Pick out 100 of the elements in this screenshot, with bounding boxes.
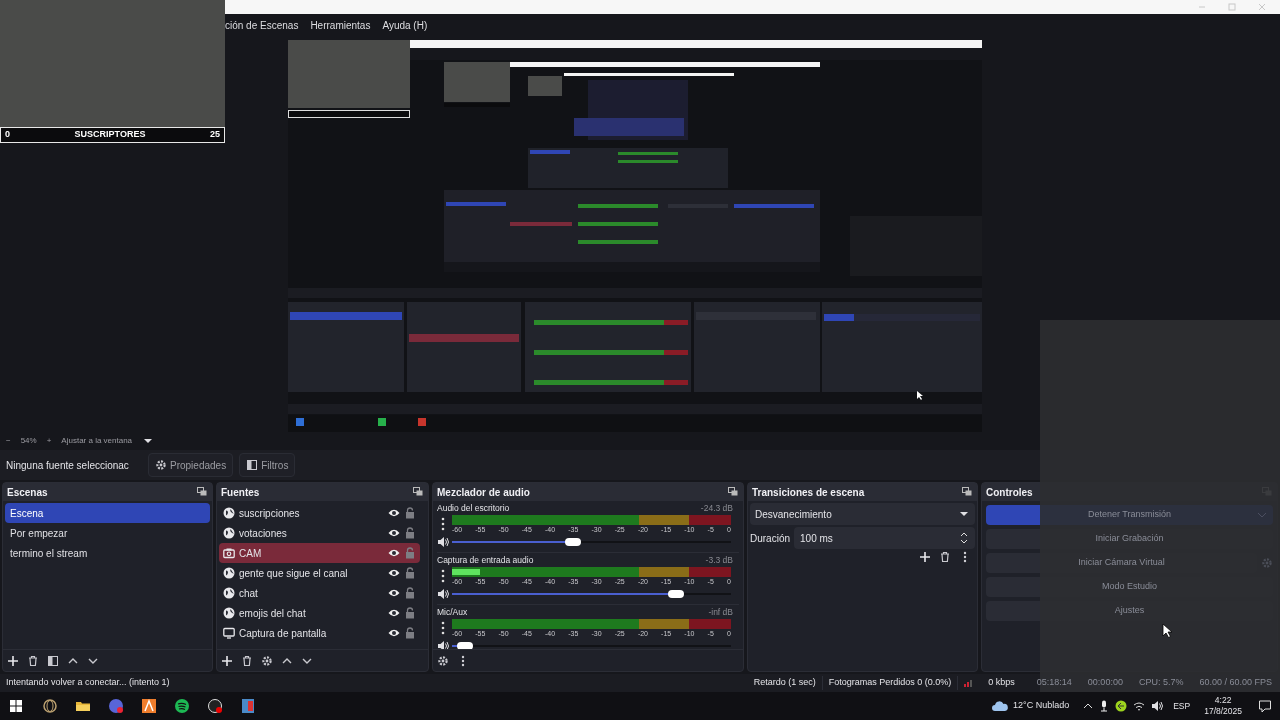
source-name: emojis del chat [239, 606, 307, 621]
source-name: CAM [239, 546, 263, 561]
duration-label: Duración [750, 531, 791, 546]
undock-icon[interactable] [961, 486, 973, 498]
panel-title: Mezclador de audio [437, 485, 530, 500]
fit-window-option[interactable]: Ajustar a la ventana [61, 435, 133, 447]
slider-thumb[interactable] [565, 538, 582, 546]
menu-item[interactable]: Herramientas [310, 17, 371, 33]
clock-date[interactable]: 17/8/2025 [1204, 706, 1242, 717]
source-name: votaciones [239, 526, 288, 541]
volume-slider[interactable] [452, 589, 731, 599]
ring-icon[interactable] [42, 698, 58, 714]
scene-item[interactable]: Escena [5, 503, 210, 523]
eye-icon[interactable] [388, 627, 400, 639]
music-app-icon[interactable] [174, 698, 190, 714]
volume-slider[interactable] [452, 537, 731, 547]
speaker-icon[interactable] [437, 536, 449, 548]
monitor-icon [223, 627, 235, 639]
dropped-frames: Fotogramas Perdidos 0 (0.0%) [822, 676, 959, 690]
settings-icon[interactable] [437, 654, 449, 667]
unlocked-lock-icon[interactable] [404, 507, 416, 519]
eye-icon[interactable] [388, 527, 400, 539]
unlocked-lock-icon[interactable] [404, 567, 416, 579]
windows-logo-icon[interactable] [9, 699, 23, 713]
counter-start: 0 [5, 128, 10, 142]
eye-icon[interactable] [388, 567, 400, 579]
speaker-icon[interactable] [437, 588, 449, 600]
trash-icon[interactable] [241, 654, 253, 667]
scene-item[interactable]: Por empezar [5, 523, 210, 543]
source-name: gente que sigue el canal [239, 566, 349, 581]
wifi-icon[interactable] [1133, 700, 1146, 712]
clock-time[interactable]: 4:22 [1214, 695, 1232, 706]
volume-reading: -inf dB [708, 605, 733, 619]
settings-icon[interactable] [261, 654, 273, 667]
slider-thumb[interactable] [667, 590, 684, 598]
arrow-circle-icon[interactable] [1115, 700, 1128, 712]
transition-dropdown[interactable]: Desvanecimiento [750, 503, 975, 525]
add-icon[interactable] [7, 654, 19, 667]
recorder-app-icon[interactable] [207, 698, 223, 714]
source-item[interactable]: suscripciones [219, 503, 420, 523]
duration-field[interactable]: 100 ms [794, 527, 975, 549]
fps-reading: 60.00 / 60.00 FPS [1198, 676, 1273, 690]
chevron-up-icon[interactable] [1083, 701, 1094, 711]
stepper-icon[interactable] [959, 531, 969, 545]
zoom-level: 54% [20, 435, 37, 447]
trash-icon[interactable] [939, 551, 951, 563]
weather-text[interactable]: 12°C Nublado [1013, 699, 1070, 713]
slider-thumb[interactable] [457, 642, 474, 649]
eye-icon[interactable] [388, 507, 400, 519]
menu-item[interactable]: Ayuda (H) [382, 17, 428, 33]
undock-icon[interactable] [196, 486, 208, 498]
globe-icon [223, 587, 235, 599]
source-item[interactable]: chat [219, 583, 420, 603]
bitrate: 0 kbps [987, 676, 1016, 690]
source-name: suscripciones [239, 506, 301, 521]
editor-app-icon[interactable] [240, 698, 256, 714]
microphone-icon[interactable] [1099, 700, 1110, 712]
globe-icon [223, 567, 235, 579]
eye-icon[interactable] [388, 607, 400, 619]
unlocked-lock-icon[interactable] [404, 527, 416, 539]
zoom-in-button[interactable]: + [46, 435, 52, 447]
panel-icon[interactable] [47, 654, 59, 667]
source-item[interactable]: emojis del chat [219, 603, 420, 623]
toolbar-button[interactable]: Filtros [239, 453, 296, 477]
cursor-icon [1162, 623, 1172, 638]
counter-label: SUSCRIPTORES [74, 128, 146, 142]
stream-time: 05:18:14 [1035, 676, 1073, 690]
unlocked-lock-icon[interactable] [404, 587, 416, 599]
eye-icon[interactable] [388, 587, 400, 599]
unlocked-lock-icon[interactable] [404, 607, 416, 619]
source-item[interactable]: gente que sigue el canal [219, 563, 420, 583]
status-message: Intentando volver a conectar... (intento 1) [6, 676, 171, 690]
scene-item[interactable]: termino el stream [5, 543, 210, 563]
add-icon[interactable] [221, 654, 233, 667]
toolbar-button[interactable]: Propiedades [148, 453, 234, 477]
undock-icon[interactable] [412, 486, 424, 498]
volume-reading: -3.3 dB [705, 553, 733, 567]
unlocked-lock-icon[interactable] [404, 627, 416, 639]
menu-item[interactable]: ción de Escenas [225, 17, 299, 33]
trash-icon[interactable] [27, 654, 39, 667]
source-item[interactable]: CAM [219, 543, 420, 563]
volume-reading: -24.3 dB [700, 501, 733, 515]
chat-app-icon[interactable] [108, 698, 124, 714]
source-item[interactable]: Captura de pantalla [219, 623, 420, 643]
volume-icon[interactable] [1151, 700, 1164, 712]
cloud-icon [991, 700, 1009, 712]
eye-icon[interactable] [388, 547, 400, 559]
triangle-app-icon[interactable] [141, 698, 157, 714]
source-name: chat [239, 586, 259, 601]
panel-title: Controles [986, 485, 1033, 500]
speaker-icon[interactable] [437, 640, 449, 649]
channel-name: Mic/Aux [437, 605, 468, 619]
panel-title: Fuentes [221, 485, 260, 500]
undock-icon[interactable] [727, 486, 739, 498]
zoom-out-button[interactable]: − [6, 435, 11, 447]
notification-icon[interactable] [1258, 699, 1272, 713]
add-icon[interactable] [919, 551, 931, 563]
source-item[interactable]: votaciones [219, 523, 420, 543]
language-indicator[interactable]: ESP [1173, 699, 1191, 713]
volume-slider[interactable] [452, 641, 731, 649]
